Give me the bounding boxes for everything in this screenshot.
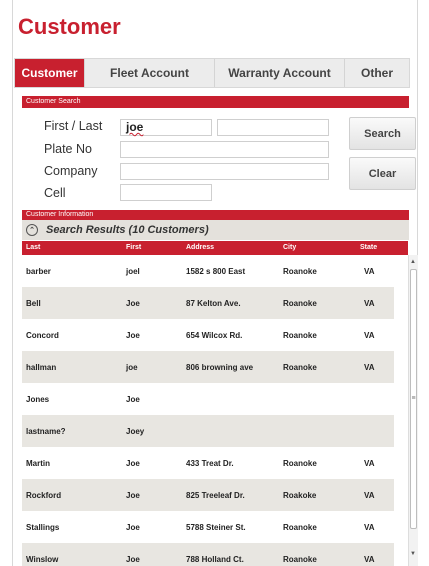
cell-state: VA <box>364 555 375 564</box>
first-name-input[interactable]: joe <box>120 119 212 136</box>
cell-address: 654 Wilcox Rd. <box>186 331 243 340</box>
customer-search-header: Customer Search <box>22 96 409 108</box>
cell-state: VA <box>364 331 375 340</box>
cell-state: VA <box>364 523 375 532</box>
cell-city: Roanoke <box>283 267 317 276</box>
cell-state: VA <box>364 267 375 276</box>
grip-icon: ≡ <box>411 395 416 402</box>
results-scrollbar[interactable]: ▲ ≡ ▼ <box>408 255 418 566</box>
cell-city: Roanoke <box>283 331 317 340</box>
cell-address: 87 Kelton Ave. <box>186 299 241 308</box>
scroll-down-arrow-icon[interactable]: ▼ <box>410 551 416 557</box>
table-row[interactable]: Winslow Joe 788 Holland Ct. Roanoke VA <box>22 543 394 566</box>
table-row[interactable]: lastname? Joey <box>22 415 394 447</box>
cell-city: Roanoke <box>283 299 317 308</box>
column-header-city[interactable]: City <box>283 244 296 251</box>
cell-last: Rockford <box>26 491 62 500</box>
tab-bar: Customer Fleet Account Warranty Account … <box>14 58 410 88</box>
column-header-address[interactable]: Address <box>186 244 214 251</box>
search-results-bar[interactable]: ⌃ Search Results (10 Customers) <box>22 220 409 240</box>
last-name-input[interactable] <box>217 119 329 136</box>
cell-city: Roanoke <box>283 555 317 564</box>
table-row[interactable]: Concord Joe 654 Wilcox Rd. Roanoke VA <box>22 319 394 351</box>
cell-last: Concord <box>26 331 59 340</box>
cell-address: 788 Holland Ct. <box>186 555 244 564</box>
table-row[interactable]: Jones Joe <box>22 383 394 415</box>
first-name-value: joe <box>126 120 144 134</box>
clear-button[interactable]: Clear <box>349 157 416 190</box>
plate-no-input[interactable] <box>120 141 329 158</box>
cell-first: Joe <box>126 299 140 308</box>
cell-last: barber <box>26 267 51 276</box>
table-row[interactable]: Bell Joe 87 Kelton Ave. Roanoke VA <box>22 287 394 319</box>
cell-first: Joe <box>126 395 140 404</box>
results-grid-header: Last First Address City State <box>22 241 408 255</box>
tab-warranty-account[interactable]: Warranty Account <box>215 59 345 87</box>
cell-address: 1582 s 800 East <box>186 267 246 276</box>
cell-state: VA <box>364 299 375 308</box>
company-input[interactable] <box>120 163 329 180</box>
cell-input[interactable] <box>120 184 212 201</box>
tab-customer[interactable]: Customer <box>15 59 85 87</box>
column-header-state[interactable]: State <box>360 244 377 251</box>
plate-no-label: Plate No <box>44 142 92 156</box>
scroll-thumb[interactable]: ≡ <box>410 269 417 529</box>
cell-state: VA <box>364 363 375 372</box>
results-grid: barber joel 1582 s 800 East Roanoke VA B… <box>22 255 408 566</box>
table-row[interactable]: Martin Joe 433 Treat Dr. Roanoke VA <box>22 447 394 479</box>
page-title: Customer <box>18 14 121 39</box>
cell-address: 433 Treat Dr. <box>186 459 234 468</box>
cell-city: Roanoke <box>283 459 317 468</box>
cell-address: 5788 Steiner St. <box>186 523 246 532</box>
cell-first: Joe <box>126 555 140 564</box>
column-header-last[interactable]: Last <box>26 244 40 251</box>
cell-first: Joe <box>126 459 140 468</box>
cell-last: Winslow <box>26 555 59 564</box>
tab-fleet-account[interactable]: Fleet Account <box>85 59 215 87</box>
cell-address: 806 browning ave <box>186 363 254 372</box>
cell-state: VA <box>364 459 375 468</box>
company-label: Company <box>44 164 98 178</box>
cell-label: Cell <box>44 186 66 200</box>
table-row[interactable]: barber joel 1582 s 800 East Roanoke VA <box>22 255 394 287</box>
cell-first: Joe <box>126 331 140 340</box>
cell-last: Martin <box>26 459 50 468</box>
table-row[interactable]: hallman joe 806 browning ave Roanoke VA <box>22 351 394 383</box>
cell-last: Stallings <box>26 523 60 532</box>
cell-first: Joe <box>126 523 140 532</box>
cell-city: Roanoke <box>283 523 317 532</box>
table-row[interactable]: Rockford Joe 825 Treeleaf Dr. Roakoke VA <box>22 479 394 511</box>
customer-information-header: Customer Information <box>22 210 409 220</box>
column-header-first[interactable]: First <box>126 244 141 251</box>
first-last-label: First / Last <box>44 119 103 133</box>
cell-first: Joey <box>126 427 145 436</box>
tab-other[interactable]: Other <box>345 59 409 87</box>
cell-last: lastname? <box>26 427 66 436</box>
search-button[interactable]: Search <box>349 117 416 150</box>
cell-city: Roanoke <box>283 363 317 372</box>
table-row[interactable]: Stallings Joe 5788 Steiner St. Roanoke V… <box>22 511 394 543</box>
cell-last: Bell <box>26 299 41 308</box>
search-results-title: Search Results (10 Customers) <box>46 224 209 236</box>
cell-first: joe <box>126 363 138 372</box>
cell-state: VA <box>364 491 375 500</box>
cell-city: Roakoke <box>283 491 317 500</box>
cell-last: Jones <box>26 395 50 404</box>
chevron-up-circle-icon[interactable]: ⌃ <box>26 224 38 236</box>
cell-first: joel <box>126 267 140 276</box>
cell-first: Joe <box>126 491 140 500</box>
cell-last: hallman <box>26 363 57 372</box>
cell-address: 825 Treeleaf Dr. <box>186 491 245 500</box>
scroll-up-arrow-icon[interactable]: ▲ <box>410 259 416 265</box>
